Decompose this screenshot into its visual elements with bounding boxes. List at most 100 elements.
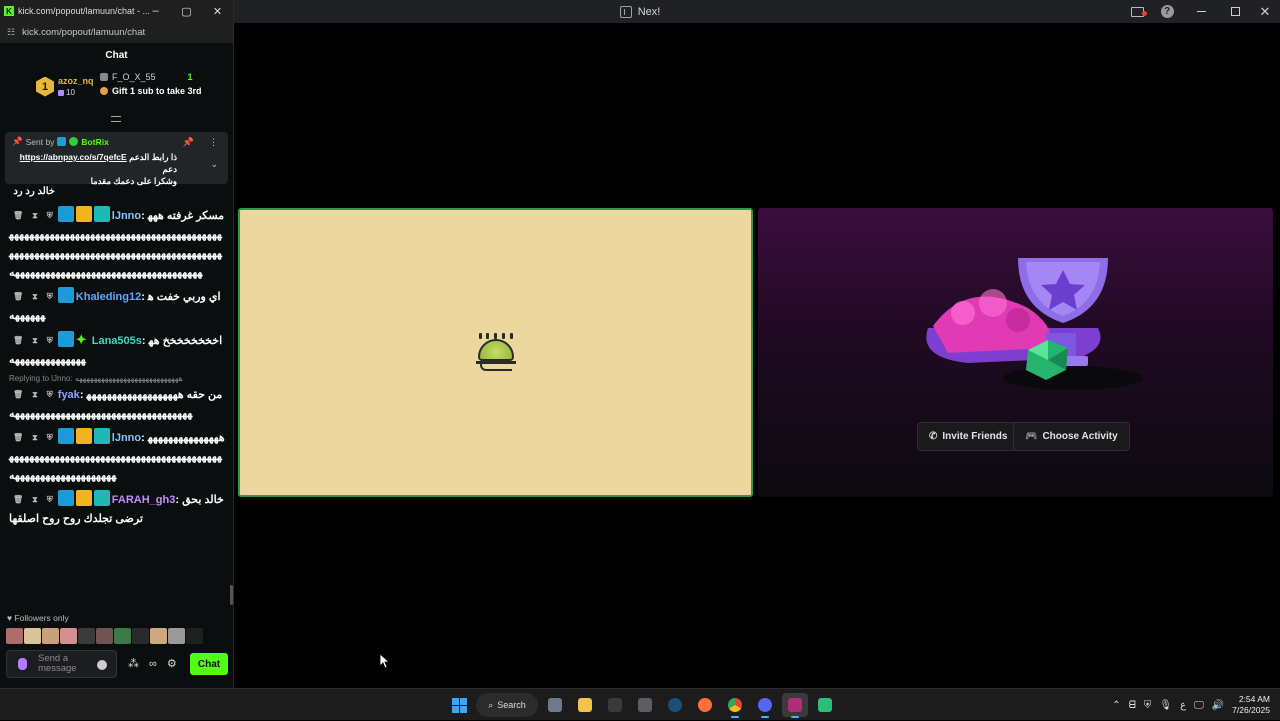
- steam-button[interactable]: [662, 693, 688, 717]
- taskbar-search-label: Search: [497, 700, 526, 710]
- timeout-icon[interactable]: ⧗: [32, 206, 38, 225]
- kick-window-controls: – ▢ ✕: [140, 0, 233, 22]
- chrome-button[interactable]: [722, 693, 748, 718]
- tray-overflow-icon[interactable]: ⌃: [1112, 700, 1120, 711]
- chat-input[interactable]: Send a message: [6, 650, 117, 678]
- timeout-icon[interactable]: ⧗: [32, 490, 38, 509]
- tray-mic-icon[interactable]: 🎙: [1159, 700, 1172, 711]
- input-language[interactable]: ع: [1180, 700, 1186, 711]
- participant-panel[interactable]: [238, 208, 753, 497]
- pinned-link[interactable]: https://abnpay.co/s/7qefcE: [20, 152, 127, 162]
- emote-item[interactable]: [132, 628, 149, 644]
- delete-icon[interactable]: 🗑: [13, 428, 23, 447]
- leaderboard-collapse-handle[interactable]: [111, 116, 121, 122]
- pinned-text-pre: ذا رابط الدعم: [129, 152, 177, 162]
- timeout-icon[interactable]: ⧗: [32, 331, 38, 350]
- gift-leaderboard[interactable]: 1 azoz_nq 10 F_O_X_55 1 Gift 1 sub to ta…: [0, 68, 233, 105]
- emote-item[interactable]: [60, 628, 77, 644]
- unpin-icon[interactable]: 📌: [183, 137, 194, 148]
- address-bar[interactable]: ☷ kick.com/popout/lamuun/chat: [0, 22, 233, 43]
- task-view-button[interactable]: [542, 693, 568, 717]
- emote-item[interactable]: [114, 628, 131, 644]
- timeout-icon[interactable]: ⧗: [32, 385, 38, 404]
- send-chat-button[interactable]: Chat: [190, 653, 228, 675]
- epic-games-button[interactable]: [602, 693, 628, 717]
- message-username[interactable]: lJnno: [112, 432, 141, 444]
- emote-item[interactable]: [78, 628, 95, 644]
- vip-crown-icon: [75, 206, 92, 222]
- microphone-icon[interactable]: [18, 658, 27, 670]
- ban-icon[interactable]: ⛨: [47, 428, 53, 447]
- pinned-sender-name[interactable]: BotRix: [81, 137, 108, 147]
- kick-titlebar: K kick.com/popout/lamuun/chat - ... – ▢ …: [0, 0, 233, 22]
- delete-icon[interactable]: 🗑: [13, 331, 23, 350]
- tray-shield-icon[interactable]: ⛨: [1144, 700, 1152, 711]
- delete-icon[interactable]: 🗑: [13, 385, 23, 404]
- mouse-cursor: [380, 654, 390, 668]
- screen-share-button[interactable]: [1122, 0, 1152, 23]
- emote-item[interactable]: [6, 628, 23, 644]
- timeout-icon[interactable]: ⧗: [32, 428, 38, 447]
- ban-icon[interactable]: ⛨: [47, 331, 53, 350]
- invite-friends-button[interactable]: ✆ Invite Friends: [917, 422, 1020, 451]
- site-settings-icon[interactable]: ☷: [7, 27, 15, 38]
- nex-app-icon: [788, 698, 802, 712]
- emote-item[interactable]: [186, 628, 203, 644]
- ban-icon[interactable]: ⛨: [47, 490, 53, 509]
- app-button[interactable]: [632, 693, 658, 717]
- message-username[interactable]: FARAH_gh3: [112, 494, 176, 506]
- top-gifter-name[interactable]: azoz_nq: [58, 75, 94, 87]
- community-icon[interactable]: ⁂: [128, 657, 139, 670]
- message-mod-actions: 🗑 ⧗ ⛨: [13, 490, 53, 509]
- message-username[interactable]: Lana505s: [92, 335, 142, 347]
- chevron-down-icon[interactable]: ⌄: [210, 159, 218, 170]
- emote-item[interactable]: [42, 628, 59, 644]
- start-button[interactable]: [446, 693, 472, 717]
- network-icon[interactable]: 🖵: [1194, 700, 1204, 711]
- file-explorer-button[interactable]: [572, 693, 598, 717]
- kick-minimize-button[interactable]: –: [140, 0, 171, 22]
- close-button[interactable]: ✕: [1250, 0, 1280, 23]
- maximize-button[interactable]: [1220, 0, 1250, 23]
- emote-item[interactable]: [168, 628, 185, 644]
- volume-icon[interactable]: 🔊: [1212, 700, 1224, 711]
- emote-item[interactable]: [96, 628, 113, 644]
- moderator-badge-icon: [57, 206, 74, 222]
- gift-prompt[interactable]: Gift 1 sub to take 3rd: [112, 84, 202, 98]
- app-button[interactable]: [812, 693, 838, 717]
- settings-gear-icon[interactable]: ⚙: [167, 657, 177, 670]
- infinity-icon[interactable]: ∞: [149, 658, 157, 670]
- taskbar-clock[interactable]: 2:54 AM 7/26/2025: [1232, 694, 1270, 716]
- chat-scrollbar[interactable]: [230, 585, 233, 605]
- help-button[interactable]: ?: [1152, 0, 1182, 23]
- message-username[interactable]: Khaleding12: [76, 291, 141, 303]
- firefox-button[interactable]: [692, 693, 718, 717]
- help-icon: ?: [1160, 5, 1174, 18]
- ban-icon[interactable]: ⛨: [47, 206, 53, 225]
- nex-taskbar-button[interactable]: [782, 693, 808, 718]
- emote-item[interactable]: [150, 628, 167, 644]
- kick-maximize-button[interactable]: ▢: [171, 0, 202, 22]
- more-options-icon[interactable]: ⋮: [209, 137, 218, 148]
- timeout-icon[interactable]: ⧗: [32, 287, 38, 306]
- message-username[interactable]: fyak: [58, 389, 80, 401]
- ban-icon[interactable]: ⛨: [47, 385, 53, 404]
- delete-icon[interactable]: 🗑: [13, 206, 23, 225]
- kick-close-button[interactable]: ✕: [202, 0, 233, 22]
- second-gifter-name[interactable]: F_O_X_55: [112, 70, 156, 84]
- discord-button[interactable]: [752, 693, 778, 718]
- verified-bot-icon: [69, 137, 79, 146]
- delete-icon[interactable]: 🗑: [13, 287, 23, 306]
- delete-icon[interactable]: 🗑: [13, 490, 23, 509]
- reply-context[interactable]: Replying to lJnno: ههههههههههههههههههههه…: [0, 372, 233, 385]
- message-username[interactable]: lJnno: [112, 210, 141, 222]
- emoji-picker-icon[interactable]: [97, 660, 107, 670]
- tray-app-icon[interactable]: ᗺ: [1129, 700, 1136, 711]
- choose-activity-button[interactable]: 🎮 Choose Activity: [1013, 422, 1130, 451]
- emote-item[interactable]: [24, 628, 41, 644]
- chat-message: 🗑 ⧗ ⛨ fyak: من حقه هههههههههههههههههههههههه…: [0, 385, 233, 424]
- green-app-icon: [818, 698, 832, 712]
- minimize-button[interactable]: [1182, 0, 1220, 23]
- taskbar-search[interactable]: ⌕ Search: [476, 693, 538, 717]
- ban-icon[interactable]: ⛨: [47, 287, 53, 306]
